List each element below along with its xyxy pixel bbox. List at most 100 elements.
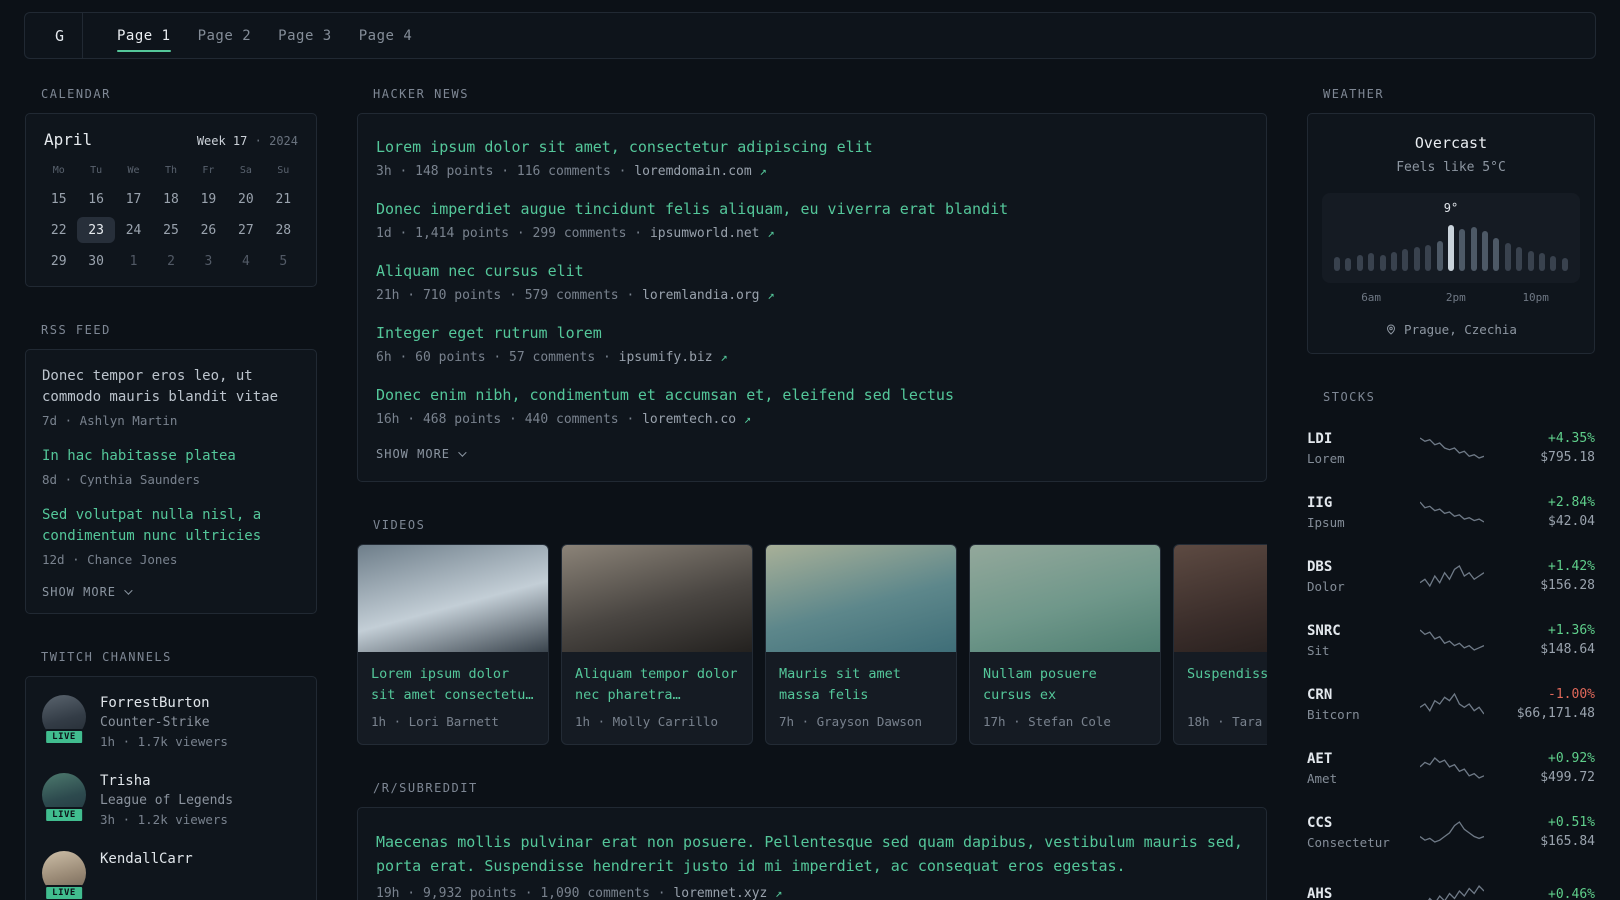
external-link-icon: ↗: [720, 350, 728, 364]
video-card[interactable]: Lorem ipsum dolor sit amet consectetu… 1…: [357, 544, 549, 745]
calendar-day[interactable]: 18: [152, 186, 189, 212]
calendar-day[interactable]: 2: [152, 248, 189, 274]
video-card[interactable]: Aliquam tempor dolor nec pharetra… 1h · …: [561, 544, 753, 745]
stock-values: +0.51% $165.84: [1499, 815, 1595, 849]
video-title-link[interactable]: Mauris sit amet massa felis: [779, 664, 943, 706]
source-domain-link[interactable]: ipsumify.biz: [619, 350, 713, 365]
calendar-day[interactable]: 26: [190, 217, 227, 243]
stock-name: Lorem: [1307, 450, 1345, 466]
rss-item-link[interactable]: Donec tempor eros leo, ut commodo mauris…: [42, 366, 300, 408]
rss-item: Sed volutpat nulla nisl, a condimentum n…: [42, 505, 300, 569]
page-tab[interactable]: Page 1: [117, 13, 171, 58]
hackernews-item-link[interactable]: Aliquam nec cursus elit: [376, 260, 1248, 282]
calendar-day[interactable]: 22: [40, 217, 77, 243]
calendar-day[interactable]: 29: [40, 248, 77, 274]
videos-widget-title: Videos: [373, 518, 426, 532]
video-title-link[interactable]: Aliquam tempor dolor nec pharetra…: [575, 664, 739, 706]
calendar-day[interactable]: 24: [115, 217, 152, 243]
middle-column: Hacker News Lorem ipsum dolor sit amet, …: [357, 87, 1267, 900]
hackernews-show-more-button[interactable]: Show more: [376, 447, 467, 461]
video-thumbnail: [1174, 545, 1267, 652]
stock-row[interactable]: CRN Bitcorn -1.00% $66,171.48: [1307, 672, 1595, 736]
calendar-day[interactable]: 17: [115, 186, 152, 212]
calendar-day[interactable]: 4: [227, 248, 264, 274]
stock-values: +1.36% $148.64: [1499, 623, 1595, 657]
item-stats: 16h · 468 points · 440 comments ·: [376, 412, 643, 427]
app-logo[interactable]: G: [37, 13, 83, 58]
rss-item-link[interactable]: In hac habitasse platea: [42, 446, 300, 467]
stock-change: -1.00%: [1548, 687, 1595, 702]
calendar-day[interactable]: 25: [152, 217, 189, 243]
subreddit-widget-title: /r/subreddit: [373, 781, 478, 795]
rss-item-link[interactable]: Sed volutpat nulla nisl, a condimentum n…: [42, 505, 300, 547]
twitch-channel[interactable]: LIVE ForrestBurton Counter-Strike 1h · 1…: [42, 695, 300, 751]
hackernews-item-link[interactable]: Donec imperdiet augue tincidunt felis al…: [376, 198, 1248, 220]
source-domain-link[interactable]: loremtech.co: [642, 412, 736, 427]
reddit-post-link[interactable]: Maecenas mollis pulvinar erat non posuer…: [376, 830, 1248, 878]
calendar-day[interactable]: 23: [77, 217, 115, 243]
stock-name: Sit: [1307, 642, 1330, 658]
source-domain-link[interactable]: loremdomain.com: [634, 164, 751, 179]
stock-row[interactable]: DBS Dolor +1.42% $156.28: [1307, 544, 1595, 608]
channel-name-link[interactable]: Trisha: [100, 773, 151, 789]
stock-row[interactable]: IIG Ipsum +2.84% $42.04: [1307, 480, 1595, 544]
stock-symbol: IIG: [1307, 494, 1333, 511]
video-card[interactable]: Mauris sit amet massa felis 7h · Grayson…: [765, 544, 957, 745]
video-title-link[interactable]: Nullam posuere cursus ex: [983, 664, 1147, 706]
calendar-day[interactable]: 30: [77, 248, 114, 274]
page-tabs: Page 1 Page 2 Page 3 Page 4: [117, 13, 412, 58]
stock-row[interactable]: CCS Consectetur +0.51% $165.84: [1307, 800, 1595, 864]
page-tab[interactable]: Page 4: [359, 13, 413, 58]
show-more-label: Show more: [42, 585, 117, 599]
temperature-bars: 9°: [1334, 201, 1568, 271]
calendar-day[interactable]: 5: [265, 248, 302, 274]
stock-row[interactable]: LDI Lorem +4.35% $795.18: [1307, 416, 1595, 480]
twitch-channel[interactable]: LIVE KendallCarr: [42, 851, 300, 900]
right-column: Weather Overcast Feels like 5°C 9° 6am 2p…: [1307, 87, 1595, 900]
post-stats: 19h · 9,932 points · 1,090 comments ·: [376, 886, 674, 900]
stock-price: $66,171.48: [1516, 706, 1595, 721]
source-domain-link[interactable]: loremnet.xyz: [673, 886, 767, 900]
video-card[interactable]: Nullam posuere cursus ex 17h · Stefan Co…: [969, 544, 1161, 745]
source-domain-link[interactable]: ipsumworld.net: [650, 226, 760, 241]
stock-symbol: LDI: [1307, 430, 1333, 447]
video-title-link[interactable]: Suspendisse diam: [1187, 664, 1267, 706]
twitch-channel[interactable]: LIVE Trisha League of Legends 3h · 1.2k …: [42, 773, 300, 829]
hackernews-item-link[interactable]: Donec enim nibh, condimentum et accumsan…: [376, 384, 1248, 406]
calendar-day[interactable]: 27: [227, 217, 264, 243]
page-tab[interactable]: Page 3: [278, 13, 332, 58]
calendar-day[interactable]: 16: [77, 186, 114, 212]
external-link-icon: ↗: [775, 886, 783, 900]
channel-name-link[interactable]: ForrestBurton: [100, 695, 210, 711]
source-domain-link[interactable]: loremlandia.org: [642, 288, 759, 303]
page-tab[interactable]: Page 2: [198, 13, 252, 58]
chevron-down-icon: [124, 586, 133, 595]
stock-name: Ipsum: [1307, 514, 1345, 530]
video-title-link[interactable]: Lorem ipsum dolor sit amet consectetu…: [371, 664, 535, 706]
calendar-day[interactable]: 1: [115, 248, 152, 274]
stock-row[interactable]: AET Amet +0.92% $499.72: [1307, 736, 1595, 800]
stock-symbol: SNRC: [1307, 622, 1341, 639]
channel-name-link[interactable]: KendallCarr: [100, 851, 193, 867]
stock-symbol: CRN: [1307, 686, 1333, 703]
rss-show-more-button[interactable]: Show more: [42, 585, 133, 599]
calendar-day[interactable]: 20: [227, 186, 264, 212]
video-card[interactable]: Suspendisse diam 18h · Tara: [1173, 544, 1267, 745]
time-label: 10pm: [1522, 291, 1549, 304]
topbar: G Page 1 Page 2 Page 3 Page 4: [24, 12, 1596, 59]
stock-row[interactable]: AHS +0.46%: [1307, 864, 1595, 900]
stock-symbol: AHS: [1307, 886, 1333, 900]
stock-id: DBS Dolor: [1307, 559, 1405, 594]
calendar-day[interactable]: 19: [190, 186, 227, 212]
hackernews-item-link[interactable]: Lorem ipsum dolor sit amet, consectetur …: [376, 136, 1248, 158]
hackernews-item-link[interactable]: Integer eget rutrum lorem: [376, 322, 1248, 344]
videos-widget: Videos Lorem ipsum dolor sit amet consec…: [357, 518, 1267, 745]
calendar-day[interactable]: 3: [190, 248, 227, 274]
day-of-week-label: We: [127, 165, 140, 176]
calendar-day[interactable]: 28: [265, 217, 302, 243]
stock-row[interactable]: SNRC Sit +1.36% $148.64: [1307, 608, 1595, 672]
calendar-day[interactable]: 21: [265, 186, 302, 212]
stock-change: +4.35%: [1548, 431, 1595, 446]
calendar-day[interactable]: 15: [40, 186, 77, 212]
day-of-week-label: Su: [277, 165, 290, 176]
